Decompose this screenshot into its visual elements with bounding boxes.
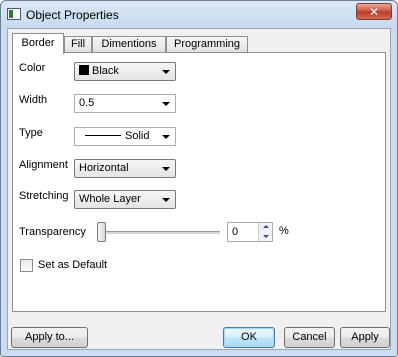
width-label: Width [19,94,48,106]
apply-button[interactable]: Apply [340,327,390,348]
transparency-slider-track[interactable] [102,231,220,234]
percent-unit: % [279,225,289,237]
color-label: Color [19,62,46,74]
alignment-label: Alignment [19,159,68,171]
type-value: Solid [125,130,150,142]
stretching-label: Stretching [19,190,69,202]
cancel-button[interactable]: Cancel [284,327,335,348]
tab-border[interactable]: Border [12,33,64,54]
stretching-select[interactable]: Whole Layer [74,190,176,209]
transparency-value: 0 [232,226,239,238]
apply-to-button[interactable]: Apply to... [11,327,88,348]
chevron-down-icon [162,198,170,202]
tab-fill[interactable]: Fill [64,36,92,53]
transparency-spinbox[interactable]: 0 [227,222,273,242]
tab-dimentions[interactable]: Dimentions [92,36,166,53]
width-value: 0.5 [79,97,95,109]
chevron-down-icon [162,102,170,106]
spin-up-icon[interactable] [258,223,272,232]
dialog-client-area: Border Fill Dimentions Programming Color… [7,28,391,350]
alignment-value: Horizontal [79,162,129,174]
window-app-icon [7,8,21,20]
transparency-label: Transparency [19,226,86,238]
close-button[interactable]: ✕ [356,3,392,20]
close-icon: ✕ [368,5,380,19]
ok-button[interactable]: OK [223,327,275,348]
color-swatch [79,65,89,75]
line-style-sample [85,135,121,136]
dialog-window: Object Properties ✕ Border Fill Dimentio… [0,0,398,357]
set-default-checkbox[interactable] [20,259,33,272]
chevron-down-icon [162,167,170,171]
border-tab-panel: Color Black Width 0.5 Type Solid Alignme… [12,52,386,312]
alignment-select[interactable]: Horizontal [74,159,176,178]
stretching-value: Whole Layer [79,193,141,205]
color-value: Black [92,65,119,77]
title-bar[interactable]: Object Properties ✕ [1,1,397,29]
spin-down-icon[interactable] [258,232,272,241]
set-default-label[interactable]: Set as Default [38,259,107,271]
window-title: Object Properties [26,8,119,22]
transparency-slider-thumb[interactable] [97,222,106,242]
chevron-down-icon [162,70,170,74]
width-combobox[interactable]: 0.5 [74,94,176,113]
color-select[interactable]: Black [74,62,176,81]
type-select[interactable]: Solid [74,127,176,146]
type-label: Type [19,127,43,139]
chevron-down-icon [162,135,170,139]
tab-programming[interactable]: Programming [166,36,248,53]
